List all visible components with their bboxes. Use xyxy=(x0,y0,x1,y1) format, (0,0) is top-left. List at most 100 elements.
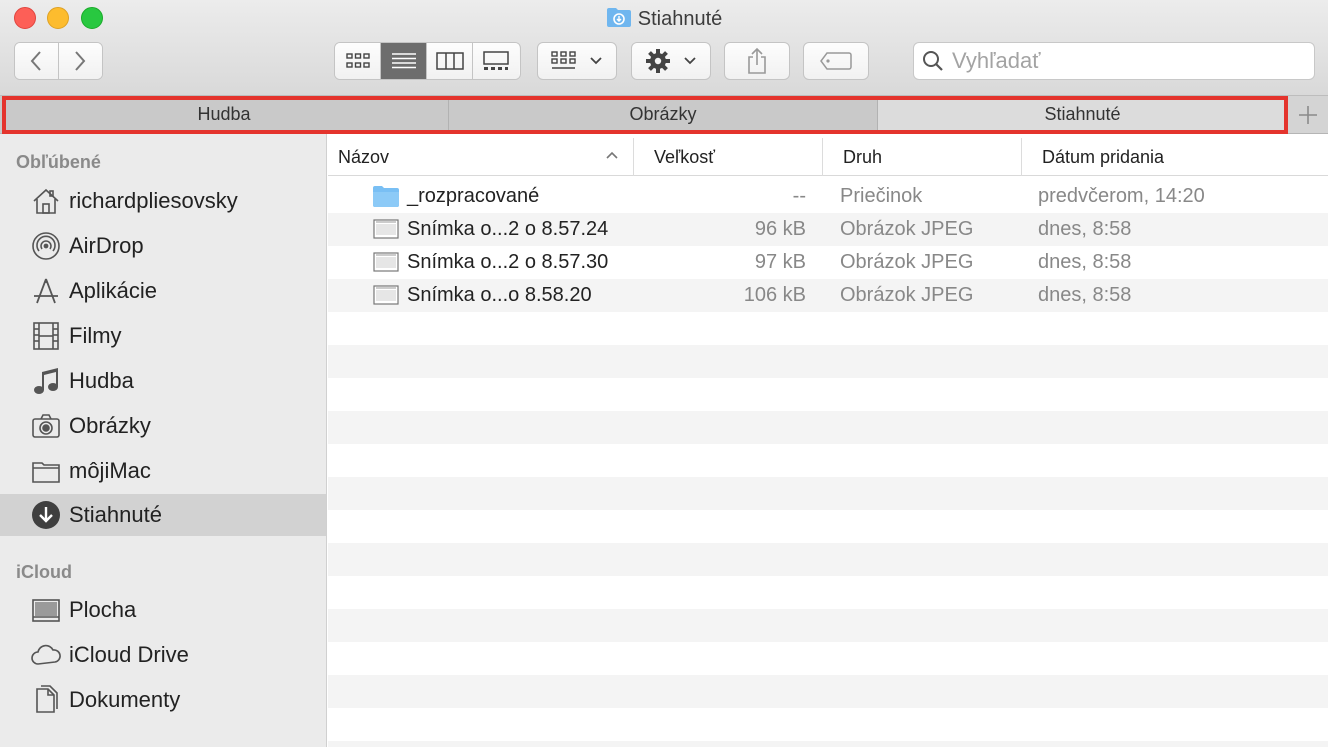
sidebar-item-label: AirDrop xyxy=(69,233,144,258)
file-row[interactable]: _rozpracované -- Priečinok predvčerom, 1… xyxy=(328,180,1328,213)
image-file-icon xyxy=(372,217,400,242)
list-icon xyxy=(391,53,416,69)
column-view-button[interactable] xyxy=(427,43,473,79)
back-button[interactable] xyxy=(15,43,59,79)
column-header-row: Názov Veľkosť Druh Dátum pridania xyxy=(328,138,1328,176)
sidebar-item-icloud-drive[interactable]: iCloud Drive xyxy=(0,634,326,676)
file-date-added: predvčerom, 14:20 xyxy=(1038,185,1205,207)
new-tab-button[interactable] xyxy=(1288,96,1328,133)
gallery-view-button[interactable] xyxy=(473,43,519,79)
chevron-down-icon xyxy=(590,57,602,65)
document-icon xyxy=(30,684,62,716)
empty-row xyxy=(328,708,1328,741)
gallery-icon xyxy=(483,51,509,70)
column-header-label: Druh xyxy=(843,146,883,167)
chevron-down-icon xyxy=(684,57,696,65)
file-size: 97 kB xyxy=(754,251,806,273)
sidebar-item-label: richardpliesovsky xyxy=(69,188,238,213)
file-row[interactable]: Snímka o...o 8.58.20 106 kB Obrázok JPEG… xyxy=(328,279,1328,312)
home-icon xyxy=(30,185,62,217)
share-button[interactable] xyxy=(724,42,790,80)
sidebar-item-documents[interactable]: Dokumenty xyxy=(0,679,326,721)
empty-row xyxy=(328,477,1328,510)
back-forward-control xyxy=(14,42,103,80)
list-view-button[interactable] xyxy=(381,43,427,79)
sidebar-item-applications[interactable]: Aplikácie xyxy=(0,270,326,312)
file-kind: Obrázok JPEG xyxy=(840,218,974,240)
file-list: Názov Veľkosť Druh Dátum pridania _rozpr… xyxy=(328,134,1328,747)
camera-icon xyxy=(30,410,62,442)
window-title-text: Stiahnuté xyxy=(637,8,723,30)
sidebar-item-pictures[interactable]: Obrázky xyxy=(0,405,326,447)
sidebar-item-label: Obrázky xyxy=(69,413,151,438)
sidebar-item-music[interactable]: Hudba xyxy=(0,360,326,402)
empty-row xyxy=(328,510,1328,543)
tag-icon xyxy=(820,52,852,70)
sidebar-item-label: Hudba xyxy=(69,368,134,393)
icon-view-button[interactable] xyxy=(335,43,381,79)
file-size: 106 kB xyxy=(743,284,806,306)
empty-row xyxy=(328,411,1328,444)
file-date-added: dnes, 8:58 xyxy=(1038,251,1132,273)
file-row[interactable]: Snímka o...2 o 8.57.24 96 kB Obrázok JPE… xyxy=(328,213,1328,246)
group-button[interactable] xyxy=(537,42,617,80)
empty-row xyxy=(328,378,1328,411)
search-input[interactable] xyxy=(952,48,1312,74)
empty-row xyxy=(328,345,1328,378)
sidebar-section-icloud: iCloud xyxy=(16,562,72,582)
tab-stiahnute[interactable]: Stiahnuté xyxy=(878,96,1288,133)
column-header-date-added[interactable]: Dátum pridania xyxy=(1022,138,1328,176)
search-icon xyxy=(923,51,943,71)
file-name: Snímka o...o 8.58.20 xyxy=(407,284,592,306)
window-title: Stiahnuté xyxy=(0,6,1328,35)
download-icon xyxy=(30,499,62,531)
file-size: 96 kB xyxy=(754,218,806,240)
file-row[interactable]: Snímka o...2 o 8.57.30 97 kB Obrázok JPE… xyxy=(328,246,1328,279)
plus-icon xyxy=(1299,105,1317,124)
film-icon xyxy=(30,320,62,352)
gear-icon xyxy=(646,49,670,73)
search-field[interactable] xyxy=(913,42,1315,80)
sidebar-section-favorites: Obľúbené xyxy=(16,152,101,172)
sidebar-item-label: môjiMac xyxy=(69,458,151,483)
file-rows: _rozpracované -- Priečinok predvčerom, 1… xyxy=(328,180,1328,747)
empty-row xyxy=(328,543,1328,576)
column-header-size[interactable]: Veľkosť xyxy=(634,138,823,176)
empty-row xyxy=(328,642,1328,675)
empty-row xyxy=(328,675,1328,708)
empty-row xyxy=(328,741,1328,747)
forward-button[interactable] xyxy=(58,43,102,79)
chevron-left-icon xyxy=(30,51,41,71)
sidebar-item-desktop[interactable]: Plocha xyxy=(0,589,326,631)
image-file-icon xyxy=(372,283,400,308)
sidebar-item-airdrop[interactable]: AirDrop xyxy=(0,225,326,267)
column-header-name[interactable]: Názov xyxy=(328,138,634,176)
file-kind: Obrázok JPEG xyxy=(840,284,974,306)
file-kind: Priečinok xyxy=(840,185,923,207)
tab-hudba[interactable]: Hudba xyxy=(0,96,449,133)
sort-ascending-icon xyxy=(606,151,618,159)
empty-row xyxy=(328,312,1328,345)
downloads-folder-icon xyxy=(606,6,632,35)
toolbar: Stiahnuté xyxy=(0,0,1328,96)
column-header-kind[interactable]: Druh xyxy=(823,138,1022,176)
action-menu-button[interactable] xyxy=(631,42,711,80)
tab-obrazky[interactable]: Obrázky xyxy=(449,96,878,133)
cloud-icon xyxy=(30,639,62,671)
sidebar-item-home[interactable]: richardpliesovsky xyxy=(0,180,326,222)
tags-button[interactable] xyxy=(803,42,869,80)
sidebar-item-downloads[interactable]: Stiahnuté xyxy=(0,494,326,536)
sidebar-item-movies[interactable]: Filmy xyxy=(0,315,326,357)
folder-icon xyxy=(372,184,400,209)
image-file-icon xyxy=(372,250,400,275)
column-header-label: Veľkosť xyxy=(654,146,716,167)
file-name: Snímka o...2 o 8.57.24 xyxy=(407,218,609,240)
share-icon xyxy=(748,47,766,74)
sidebar-item-mojimac[interactable]: môjiMac xyxy=(0,450,326,492)
empty-row xyxy=(328,576,1328,609)
columns-icon xyxy=(435,52,464,70)
folder-icon xyxy=(30,455,62,487)
sidebar: Obľúbené richardpliesovsky AirDrop Aplik… xyxy=(0,134,327,747)
column-header-label: Dátum pridania xyxy=(1042,146,1165,167)
music-note-icon xyxy=(30,365,62,397)
